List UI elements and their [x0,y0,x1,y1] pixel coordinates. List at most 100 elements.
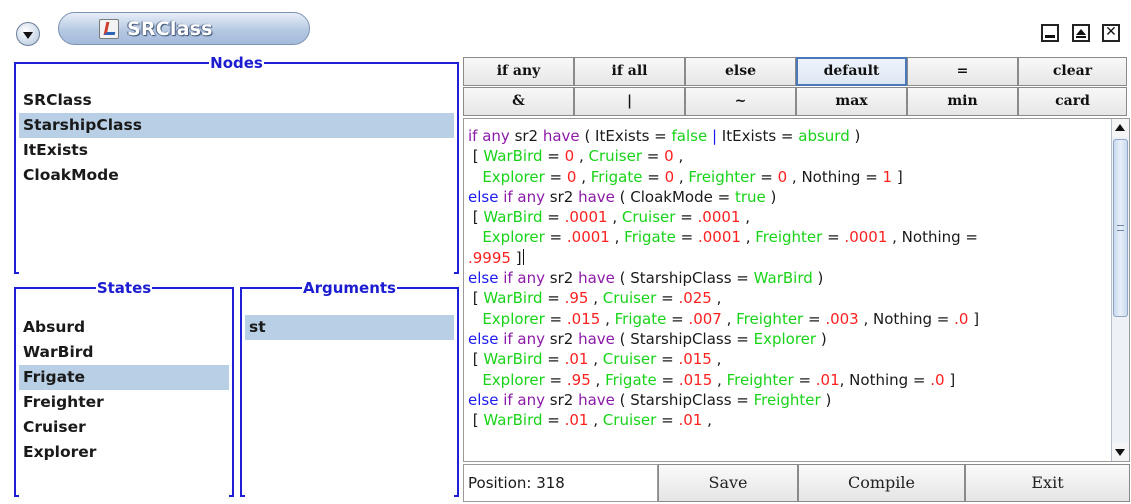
code-line: Explorer = .015 , Frigate = .007 , Freig… [468,309,1110,329]
code-token: ) [816,329,827,348]
code-token: .015 [566,309,601,328]
operator-button[interactable]: min [907,87,1018,116]
arguments-legend: Arguments [302,279,396,297]
operator-button[interactable]: card [1018,87,1127,116]
code-token: ] [892,167,903,186]
code-token: .95 [566,370,591,389]
state-item[interactable]: Explorer [19,440,229,465]
code-token: Explorer [482,370,545,389]
code-token: ( ItExists = [584,127,672,145]
code-token: .0001 [697,228,741,247]
code-token: WarBird [483,208,543,227]
operator-button[interactable]: if all [574,57,685,86]
code-token: 0 [664,147,674,166]
code-token: = [542,289,565,308]
code-line: Explorer = 0 , Frigate = 0 , Freighter =… [468,167,1110,187]
maximize-button[interactable] [1072,24,1090,42]
arguments-list[interactable]: st [245,315,454,501]
code-token: , [740,208,751,227]
node-item[interactable]: StarshipClass [19,113,454,138]
scroll-thumb[interactable] [1113,139,1128,317]
node-item[interactable]: ItExists [19,138,454,163]
operator-button[interactable]: default [796,57,907,86]
code-token: ( StarshipClass = [619,390,754,409]
code-line: Explorer = .95 , Frigate = .015 , Freigh… [468,370,1110,390]
code-token: true [734,187,766,206]
code-text[interactable]: if any sr2 have ( ItExists = false | ItE… [468,126,1110,430]
code-token: ) [820,390,832,409]
code-token: ) [765,187,777,206]
operator-button[interactable]: = [907,57,1018,86]
code-token: else [468,329,504,348]
code-token: Freighter [726,370,794,389]
save-button[interactable]: Save [658,464,798,502]
code-token: ) [849,127,861,145]
close-button[interactable]: ✕ [1102,24,1120,42]
state-item[interactable]: Absurd [19,315,229,340]
argument-item[interactable]: st [245,315,454,340]
code-token: , Nothing = [858,309,955,328]
code-token: .003 [825,309,859,328]
code-token: , [711,289,722,308]
code-line: else if any sr2 have ( CloakMode = true … [468,187,1110,207]
code-token: = [544,309,567,328]
code-line: else if any sr2 have ( StarshipClass = E… [468,329,1110,349]
code-token: .015 [678,370,713,389]
state-item[interactable]: Cruiser [19,415,229,440]
code-token: WarBird [483,350,543,369]
code-token: sr2 [549,390,579,409]
code-token: ] [968,309,980,328]
code-token: WarBird [483,289,543,308]
operator-button[interactable]: ~ [685,87,796,116]
code-token: Freighter [755,228,823,247]
scroll-up-button[interactable] [1112,119,1129,137]
code-token: WarBird [483,147,543,166]
operator-button[interactable]: & [463,87,574,116]
code-token: sr2 [549,187,579,206]
code-token: = [544,228,567,247]
code-token: .01 [678,411,703,430]
nodes-legend: Nodes [210,54,263,72]
code-token: , [609,228,625,247]
code-token: = [803,309,826,328]
state-item[interactable]: Frigate [19,365,229,390]
exit-button[interactable]: Exit [965,464,1130,502]
code-token: WarBird [483,411,543,430]
operator-button[interactable]: if any [463,57,574,86]
operator-button[interactable]: clear [1018,57,1127,86]
node-item[interactable]: CloakMode [19,163,454,188]
code-token: [ [468,289,484,308]
code-line: Explorer = .0001 , Frigate = .0001 , Fre… [468,227,1110,247]
code-token: Cruiser [588,147,643,166]
minimize-button[interactable] [1041,24,1059,42]
code-token: 0 [566,167,577,186]
code-token: WarBird [753,269,813,288]
code-token: , Nothing = [887,228,978,247]
scroll-down-button[interactable] [1112,443,1129,461]
code-token: = [656,289,679,308]
states-legend: States [96,279,152,297]
compile-button[interactable]: Compile [798,464,965,502]
state-item[interactable]: Freighter [19,390,229,415]
code-token: false [671,127,708,145]
window-menu-button[interactable] [16,22,40,46]
code-token: Explorer [753,329,817,348]
operator-button[interactable]: | [574,87,685,116]
code-token: Explorer [482,228,545,247]
code-token: .95 [564,289,589,308]
code-token: , Nothing = [839,370,931,389]
operator-button[interactable]: else [685,57,796,86]
code-line: if any sr2 have ( ItExists = false | ItE… [468,126,1110,146]
states-list[interactable]: Absurd WarBird Frigate Freighter Cruiser Expl… [19,315,229,501]
state-item[interactable]: WarBird [19,340,229,365]
code-token: = [642,147,665,166]
code-token: Freighter [688,167,756,186]
nodes-list[interactable]: SRClass StarshipClass ItExists CloakMode [19,88,454,278]
operator-button[interactable]: max [796,87,907,116]
vertical-scrollbar[interactable] [1111,119,1129,461]
node-item[interactable]: SRClass [19,88,454,113]
code-token: , [576,167,591,186]
rule-editor[interactable]: if any sr2 have ( ItExists = false | ItE… [463,118,1130,462]
code-token: , [588,411,603,430]
